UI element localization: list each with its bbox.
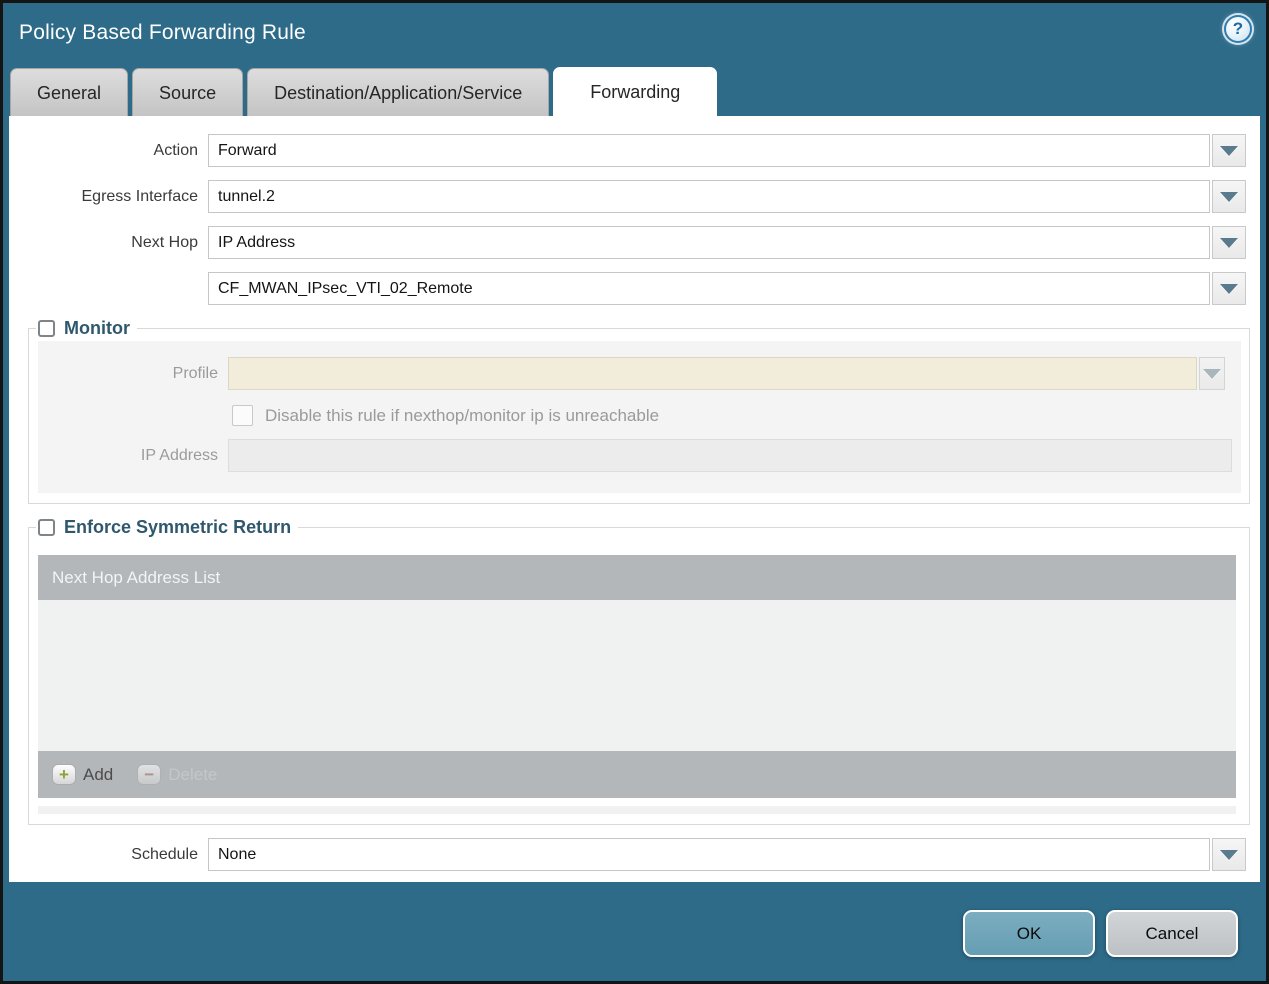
next-hop-address-list-header[interactable]: Next Hop Address List [38,555,1236,600]
schedule-select[interactable]: None [208,838,1210,871]
tab-destination-application-service[interactable]: Destination/Application/Service [247,68,550,116]
help-icon[interactable]: ? [1224,15,1252,43]
monitor-ip-address-input [228,439,1232,472]
delete-button: − Delete [137,764,217,785]
action-dropdown-trigger[interactable] [1212,134,1246,167]
tab-source[interactable]: Source [132,68,244,116]
schedule-label: Schedule [131,845,198,863]
enforce-symmetric-return-legend: Enforce Symmetric Return [36,517,298,538]
disable-rule-row: Disable this rule if nexthop/monitor ip … [38,405,1241,426]
pbf-rule-dialog: Policy Based Forwarding Rule ? General S… [0,0,1269,984]
profile-row: Profile [38,357,1241,390]
schedule-dropdown-trigger[interactable] [1212,838,1246,871]
ok-button[interactable]: OK [963,910,1095,957]
chevron-down-icon [1220,283,1238,294]
minus-icon: − [137,764,162,785]
monitor-fieldset: Monitor Profile Disable this rule if nex… [28,318,1250,504]
chevron-down-icon [1220,191,1238,202]
tab-strip: General Source Destination/Application/S… [3,67,1266,116]
disable-rule-checkbox [232,405,253,426]
next-hop-address-row: CF_MWAN_IPsec_VTI_02_Remote [9,272,1260,305]
next-hop-dropdown-trigger[interactable] [1212,226,1246,259]
dialog-button-bar: OK Cancel [3,882,1266,957]
next-hop-row: Next Hop IP Address [9,226,1260,259]
egress-interface-select[interactable]: tunnel.2 [208,180,1210,213]
next-hop-address-dropdown-trigger[interactable] [1212,272,1246,305]
action-row: Action Forward [9,134,1260,167]
enforce-symmetric-return-checkbox[interactable] [38,519,55,536]
action-select[interactable]: Forward [208,134,1210,167]
next-hop-label: Next Hop [131,233,198,251]
next-hop-address-select[interactable]: CF_MWAN_IPsec_VTI_02_Remote [208,272,1210,305]
dialog-titlebar: Policy Based Forwarding Rule ? [3,3,1266,67]
enforce-symmetric-return-fieldset: Enforce Symmetric Return Next Hop Addres… [28,517,1250,825]
tab-forwarding[interactable]: Forwarding [553,67,718,116]
next-hop-type-select[interactable]: IP Address [208,226,1210,259]
monitor-section-title: Monitor [64,318,130,338]
next-hop-address-list-body[interactable] [38,600,1236,751]
chevron-down-icon [1220,145,1238,156]
egress-interface-dropdown-trigger[interactable] [1212,180,1246,213]
monitor-checkbox[interactable] [38,320,55,337]
add-button[interactable]: + Add [52,764,113,785]
dialog-title: Policy Based Forwarding Rule [19,21,306,44]
profile-select [228,357,1197,390]
enforce-symmetric-return-section-title: Enforce Symmetric Return [64,517,292,537]
next-hop-address-list-toolbar: + Add − Delete [38,751,1236,798]
profile-dropdown-trigger [1199,357,1225,390]
monitor-panel: Profile Disable this rule if nexthop/mon… [38,341,1241,493]
forwarding-tab-panel: Action Forward Egress Interface tunnel.2… [9,116,1260,882]
schedule-row: Schedule None [9,838,1260,871]
monitor-ip-address-label: IP Address [140,446,218,464]
tab-general[interactable]: General [10,68,129,116]
cancel-button[interactable]: Cancel [1106,910,1238,957]
egress-interface-label: Egress Interface [81,187,199,205]
grid-scroll-gutter [38,806,1236,814]
disable-rule-label: Disable this rule if nexthop/monitor ip … [265,405,660,425]
egress-interface-row: Egress Interface tunnel.2 [9,180,1260,213]
monitor-legend: Monitor [36,318,137,339]
next-hop-address-list-grid: Next Hop Address List + Add − Delete [38,555,1236,798]
plus-icon: + [52,764,76,785]
chevron-down-icon [1220,237,1238,248]
chevron-down-icon [1203,368,1221,379]
action-label: Action [153,141,198,159]
profile-label: Profile [172,364,218,382]
monitor-ip-address-row: IP Address [38,439,1241,472]
chevron-down-icon [1220,849,1238,860]
